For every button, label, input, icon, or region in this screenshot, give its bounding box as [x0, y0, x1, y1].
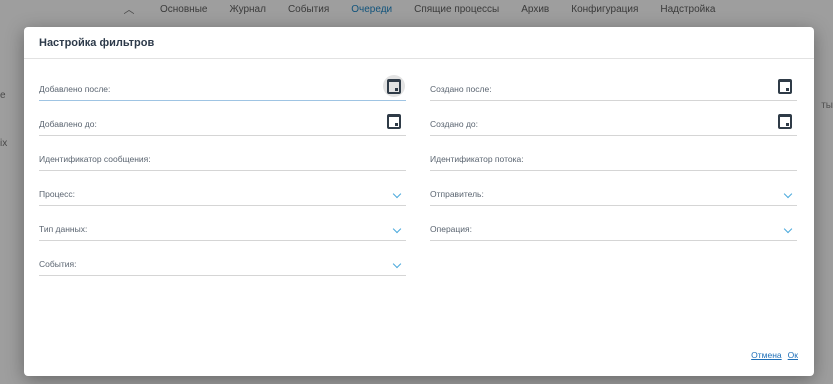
created-before-field[interactable]: Создано до:: [430, 108, 797, 136]
calendar-button[interactable]: [777, 78, 793, 94]
added-before-label: Добавлено до:: [39, 119, 97, 129]
calendar-button[interactable]: [777, 113, 793, 129]
cancel-button[interactable]: Отмена: [751, 350, 782, 360]
chevron-down-icon[interactable]: [392, 224, 402, 234]
calendar-icon: [778, 78, 792, 94]
chevron-down-icon[interactable]: [783, 189, 793, 199]
created-after-field[interactable]: Создано после:: [430, 73, 797, 101]
chevron-down-icon[interactable]: [783, 224, 793, 234]
events-select[interactable]: События:: [39, 248, 406, 276]
created-before-label: Создано до:: [430, 119, 478, 129]
calendar-button[interactable]: [386, 113, 402, 129]
calendar-icon: [387, 113, 401, 129]
added-before-field[interactable]: Добавлено до:: [39, 108, 406, 136]
dialog-footer: Отмена Ок: [751, 350, 798, 360]
added-after-field[interactable]: Добавлено после:: [39, 73, 406, 101]
flow-id-field[interactable]: Идентификатор потока:: [430, 143, 797, 171]
message-id-label: Идентификатор сообщения:: [39, 154, 151, 164]
data-type-label: Тип данных:: [39, 224, 88, 234]
dialog-title: Настройка фильтров: [39, 36, 155, 49]
data-type-select[interactable]: Тип данных:: [39, 213, 406, 241]
sender-label: Отправитель:: [430, 189, 484, 199]
calendar-icon: [387, 78, 401, 94]
events-label: События:: [39, 259, 77, 269]
added-after-label: Добавлено после:: [39, 84, 111, 94]
process-select[interactable]: Процесс:: [39, 178, 406, 206]
filter-form: Добавлено после: Создано после: Добавлен…: [39, 73, 799, 283]
process-label: Процесс:: [39, 189, 75, 199]
filter-settings-dialog: Настройка фильтров Добавлено после: Созд…: [24, 27, 814, 376]
message-id-field[interactable]: Идентификатор сообщения:: [39, 143, 406, 171]
operation-select[interactable]: Операция:: [430, 213, 797, 241]
chevron-down-icon[interactable]: [392, 259, 402, 269]
created-after-label: Создано после:: [430, 84, 492, 94]
ok-button[interactable]: Ок: [788, 350, 798, 360]
sender-select[interactable]: Отправитель:: [430, 178, 797, 206]
calendar-icon: [778, 113, 792, 129]
dialog-header: Настройка фильтров: [24, 27, 814, 59]
operation-label: Операция:: [430, 224, 472, 234]
empty-cell: [430, 248, 797, 276]
flow-id-label: Идентификатор потока:: [430, 154, 524, 164]
calendar-button[interactable]: [383, 75, 405, 97]
chevron-down-icon[interactable]: [392, 189, 402, 199]
